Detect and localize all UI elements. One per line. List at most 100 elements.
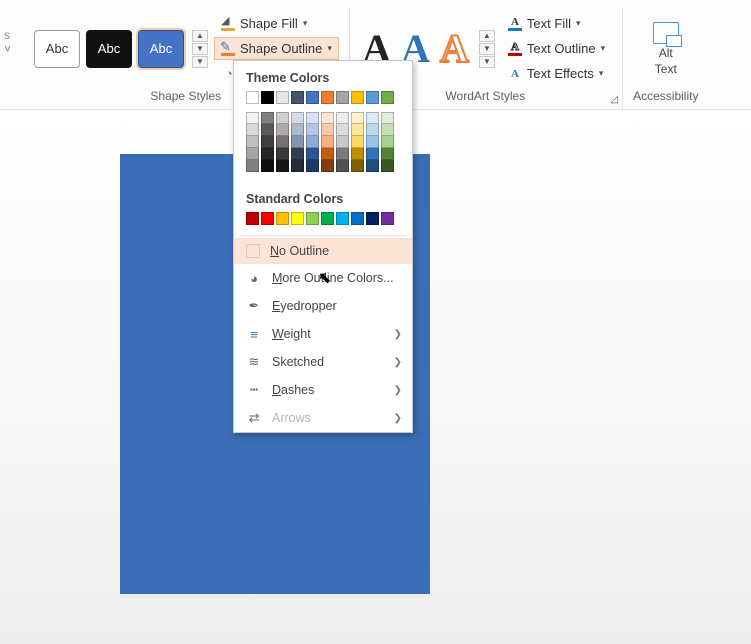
chevron-right-icon: ❯ [394, 413, 402, 424]
color-swatch[interactable] [246, 124, 259, 136]
color-swatch[interactable] [321, 148, 334, 160]
color-swatch[interactable] [276, 91, 289, 104]
color-swatch[interactable] [366, 136, 379, 148]
color-swatch[interactable] [246, 160, 259, 172]
gallery-more-icon[interactable]: ▼ [192, 56, 208, 68]
gallery-down-icon[interactable]: ▼ [479, 43, 495, 55]
color-swatch[interactable] [351, 136, 364, 148]
color-swatch[interactable] [321, 136, 334, 148]
gallery-down-icon[interactable]: ▼ [192, 43, 208, 55]
color-swatch[interactable] [336, 212, 349, 225]
color-swatch[interactable] [321, 112, 334, 124]
color-swatch[interactable] [276, 160, 289, 172]
color-swatch[interactable] [366, 124, 379, 136]
color-swatch[interactable] [366, 212, 379, 225]
color-swatch[interactable] [306, 212, 319, 225]
color-swatch[interactable] [291, 160, 304, 172]
shape-outline-button[interactable]: Shape Outline ▾ [214, 37, 339, 60]
color-swatch[interactable] [366, 160, 379, 172]
color-swatch[interactable] [276, 124, 289, 136]
color-swatch[interactable] [336, 112, 349, 124]
color-swatch[interactable] [291, 136, 304, 148]
color-swatch[interactable] [246, 91, 259, 104]
color-swatch[interactable] [336, 124, 349, 136]
color-swatch[interactable] [306, 136, 319, 148]
color-swatch[interactable] [276, 136, 289, 148]
text-effects-button[interactable]: A Text Effects ▾ [501, 62, 611, 85]
weight-label: Weight [272, 327, 311, 341]
color-swatch[interactable] [336, 91, 349, 104]
alt-text-button[interactable]: Alt Text [653, 22, 679, 76]
more-outline-colors-item[interactable]: ◕ More Outline Colors... [234, 264, 412, 292]
color-swatch[interactable] [246, 148, 259, 160]
standard-colors-title: Standard Colors [234, 182, 412, 212]
shape-style-tile-2[interactable]: Abc [86, 30, 132, 68]
color-swatch[interactable] [381, 148, 394, 160]
color-swatch[interactable] [246, 212, 259, 225]
color-swatch[interactable] [351, 160, 364, 172]
color-swatch[interactable] [246, 112, 259, 124]
color-swatch[interactable] [261, 124, 274, 136]
color-swatch[interactable] [366, 148, 379, 160]
color-swatch[interactable] [351, 91, 364, 104]
color-swatch[interactable] [321, 212, 334, 225]
weight-item[interactable]: ≡ Weight ❯ [234, 320, 412, 348]
sketched-item[interactable]: ≋ Sketched ❯ [234, 348, 412, 376]
color-swatch[interactable] [261, 91, 274, 104]
color-swatch[interactable] [351, 148, 364, 160]
color-swatch[interactable] [351, 212, 364, 225]
color-swatch[interactable] [261, 212, 274, 225]
color-swatch[interactable] [351, 124, 364, 136]
color-swatch[interactable] [381, 124, 394, 136]
shape-style-tile-3[interactable]: Abc [138, 30, 184, 68]
color-swatch[interactable] [306, 112, 319, 124]
color-swatch[interactable] [291, 112, 304, 124]
color-swatch[interactable] [276, 148, 289, 160]
text-outline-button[interactable]: A Text Outline ▾ [501, 37, 612, 60]
color-swatch[interactable] [291, 212, 304, 225]
color-swatch[interactable] [366, 91, 379, 104]
color-swatch[interactable] [246, 136, 259, 148]
color-swatch[interactable] [291, 91, 304, 104]
color-swatch[interactable] [261, 112, 274, 124]
gallery-more-icon[interactable]: ▼ [479, 56, 495, 68]
more-colors-label: More Outline Colors... [272, 271, 394, 285]
text-fill-button[interactable]: A Text Fill ▾ [501, 12, 588, 35]
color-swatch[interactable] [336, 160, 349, 172]
wordart-tile-3[interactable]: A [438, 25, 471, 72]
color-swatch[interactable] [321, 160, 334, 172]
color-swatch[interactable] [381, 112, 394, 124]
color-swatch[interactable] [381, 160, 394, 172]
color-swatch[interactable] [321, 124, 334, 136]
shape-style-tile-1[interactable]: Abc [34, 30, 80, 68]
color-swatch[interactable] [291, 148, 304, 160]
no-outline-item[interactable]: No Outline [234, 238, 412, 264]
color-swatch[interactable] [261, 148, 274, 160]
dashes-item[interactable]: ┅ Dashes ❯ [234, 376, 412, 404]
gallery-up-icon[interactable]: ▲ [192, 30, 208, 42]
gallery-up-icon[interactable]: ▲ [479, 30, 495, 42]
color-swatch[interactable] [261, 136, 274, 148]
color-swatch[interactable] [381, 91, 394, 104]
color-swatch[interactable] [366, 112, 379, 124]
color-swatch[interactable] [261, 160, 274, 172]
style-gallery-arrows[interactable]: ▲ ▼ ▼ [192, 30, 208, 68]
color-swatch[interactable] [306, 124, 319, 136]
color-swatch[interactable] [321, 91, 334, 104]
color-swatch[interactable] [291, 124, 304, 136]
color-swatch[interactable] [306, 160, 319, 172]
color-swatch[interactable] [381, 212, 394, 225]
color-swatch[interactable] [276, 112, 289, 124]
color-swatch[interactable] [381, 136, 394, 148]
shape-fill-button[interactable]: Shape Fill ▾ [214, 12, 314, 35]
color-swatch[interactable] [351, 112, 364, 124]
color-swatch[interactable] [336, 148, 349, 160]
color-swatch[interactable] [306, 91, 319, 104]
color-swatch[interactable] [276, 212, 289, 225]
theme-colors-row [234, 91, 412, 112]
eyedropper-item[interactable]: ✒ Eyedropper [234, 292, 412, 320]
color-swatch[interactable] [336, 136, 349, 148]
color-swatch[interactable] [306, 148, 319, 160]
dialog-launcher-icon[interactable]: ◿ [610, 94, 618, 105]
wordart-gallery-arrows[interactable]: ▲ ▼ ▼ [479, 30, 495, 68]
